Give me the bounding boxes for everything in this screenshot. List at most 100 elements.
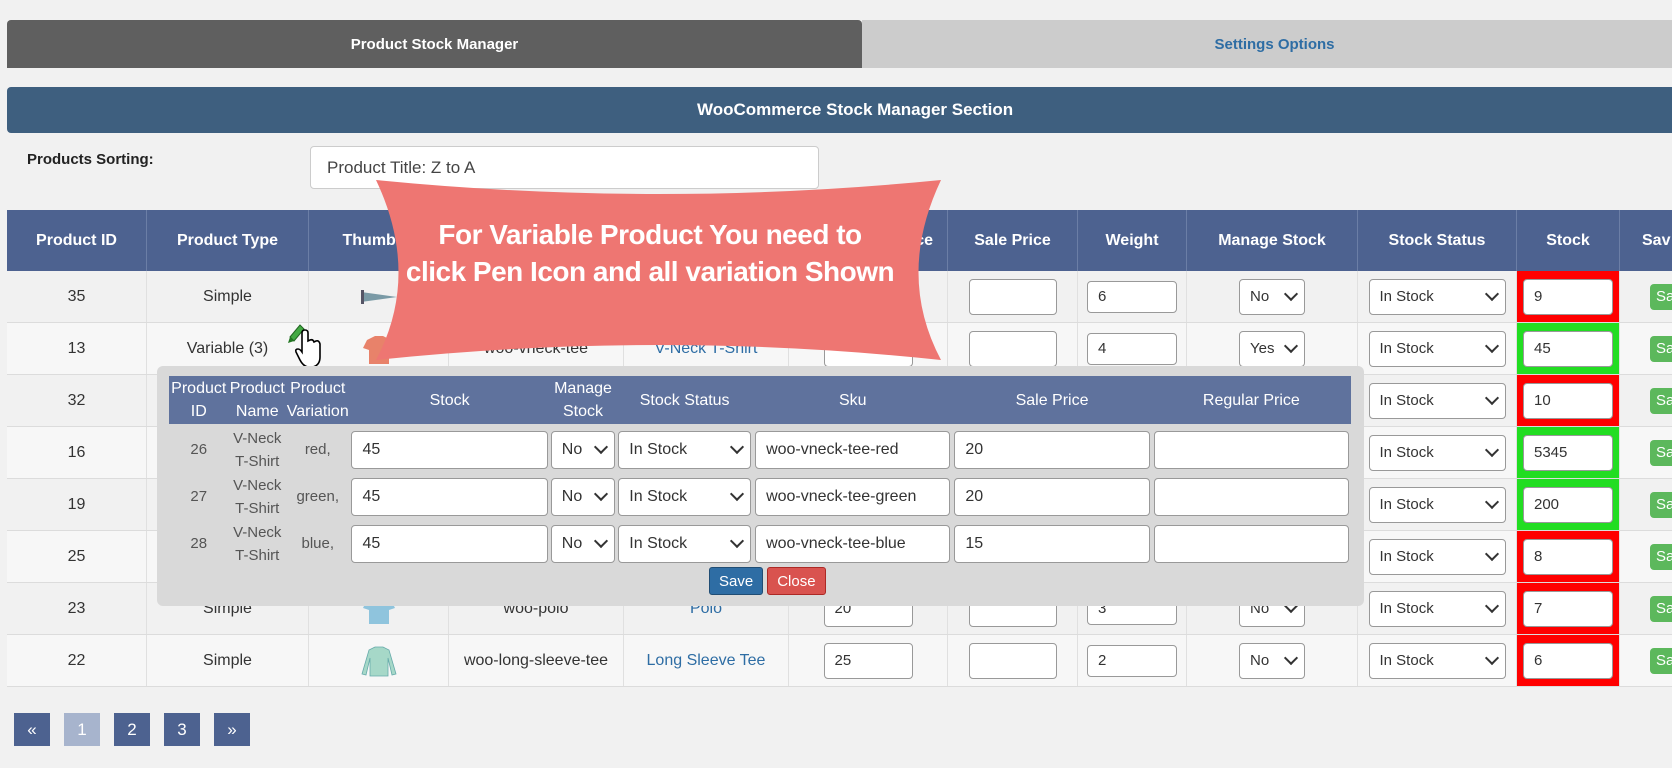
save-button[interactable]: Sav: [1650, 335, 1672, 362]
stock-status-select[interactable]: In Stock: [1368, 486, 1506, 523]
manage-stock-value: No: [1250, 288, 1270, 305]
variation-sale-price-input[interactable]: 15: [954, 524, 1150, 563]
col-header-weight: Weight: [1078, 210, 1187, 271]
variation-manage-cell: No: [550, 520, 616, 567]
chevron-down-icon: [1283, 286, 1299, 302]
col-header-product-type[interactable]: Product Type: [147, 210, 309, 271]
popup-table-body: 26 V-Neck T-Shirt red, 45 No In Stock woo-vnec…: [169, 426, 1351, 567]
tab-settings-options[interactable]: Settings Options: [862, 20, 1672, 68]
stock-status-select[interactable]: In Stock: [1368, 538, 1506, 575]
pagination-prev[interactable]: «: [14, 713, 50, 746]
stock-input[interactable]: 7: [1523, 590, 1613, 627]
variation-regular-price-input[interactable]: [1153, 430, 1350, 469]
variation-id: 26: [190, 441, 208, 458]
variation-sale-price-input[interactable]: 20: [954, 430, 1150, 469]
col-header-stock: Stock: [1517, 210, 1620, 271]
popup-close-button[interactable]: Close: [767, 567, 826, 595]
variation-id: 28: [190, 535, 208, 552]
save-button[interactable]: Sav: [1650, 543, 1672, 570]
variation-sku-cell: woo-vneck-tee-blue: [753, 520, 952, 567]
stock-input[interactable]: 200: [1523, 486, 1613, 523]
pagination-page-3[interactable]: 3: [164, 713, 200, 746]
manage-stock-select[interactable]: No: [1239, 278, 1305, 315]
manage-stock-select[interactable]: Yes: [1239, 330, 1305, 367]
variation-regular-price-input[interactable]: [1153, 524, 1350, 563]
section-title: WooCommerce Stock Manager Section: [7, 87, 1672, 133]
pagination-page-1[interactable]: 1: [64, 713, 100, 746]
col-header-sale-price: Sale Price: [948, 210, 1078, 271]
variation-manage-stock-select[interactable]: No: [550, 477, 616, 516]
save-button[interactable]: Sav: [1650, 387, 1672, 414]
chevron-down-icon: [1484, 650, 1499, 666]
pagination-page-2[interactable]: 2: [114, 713, 150, 746]
col-header-product-id[interactable]: Product ID: [7, 210, 147, 271]
save-cell: Sav: [1620, 323, 1672, 374]
save-button[interactable]: Sav: [1650, 283, 1672, 310]
variation-manage-stock-select[interactable]: No: [550, 430, 616, 469]
weight-input[interactable]: 2: [1087, 644, 1177, 677]
regular-price-input[interactable]: 25: [823, 642, 913, 679]
stock-status-select[interactable]: In Stock: [1368, 434, 1506, 471]
stock-input[interactable]: 6: [1523, 642, 1613, 679]
pen-icon[interactable]: [286, 323, 324, 371]
variation-popup: Product ID Product Name Product Variatio…: [157, 366, 1364, 606]
stock-input[interactable]: 45: [1523, 330, 1613, 367]
stock-cell: 6: [1517, 635, 1620, 686]
stock-status-value: In Stock: [1379, 288, 1434, 305]
stock-status-cell: In Stock: [1358, 479, 1517, 530]
stock-input[interactable]: 5345: [1523, 434, 1613, 471]
regular-price-cell: 25: [789, 635, 948, 686]
save-button[interactable]: Sav: [1650, 439, 1672, 466]
stock-status-value: In Stock: [1379, 548, 1434, 565]
save-button[interactable]: Sav: [1650, 595, 1672, 622]
variation-manage-stock-select[interactable]: No: [550, 524, 616, 563]
product-thumbnail: [360, 646, 397, 676]
save-cell: Sav: [1620, 427, 1672, 478]
variation-regular-price-input[interactable]: [1153, 477, 1350, 516]
save-cell: Sav: [1620, 479, 1672, 530]
sale-price-input[interactable]: [968, 642, 1057, 679]
stock-status-cell: In Stock: [1358, 583, 1517, 634]
stock-status-select[interactable]: In Stock: [1368, 382, 1506, 419]
stock-input[interactable]: 8: [1523, 538, 1613, 575]
popup-col-stock: Stock: [429, 391, 470, 409]
variation-sku-input[interactable]: woo-vneck-tee-green: [755, 477, 951, 516]
variation-stock-input[interactable]: 45: [351, 477, 548, 516]
chevron-down-icon: [1484, 494, 1499, 510]
save-button[interactable]: Sav: [1650, 647, 1672, 674]
product-type: Simple: [147, 635, 309, 686]
variation-sale-cell: 20: [952, 426, 1151, 473]
variation-stock-status-select[interactable]: In Stock: [618, 524, 752, 563]
variation-stock-status-select[interactable]: In Stock: [618, 430, 752, 469]
pagination-next[interactable]: »: [214, 713, 250, 746]
variation-manage-cell: No: [550, 473, 616, 520]
variation-sale-price-input[interactable]: 20: [954, 477, 1150, 516]
sale-price-input[interactable]: [968, 278, 1057, 315]
variation-stock-status-select[interactable]: In Stock: [618, 477, 752, 516]
popup-col-product-id: Product ID: [171, 380, 227, 420]
stock-cell: 200: [1517, 479, 1620, 530]
product-name-link[interactable]: Long Sleeve Tee: [624, 635, 789, 686]
manage-stock-select[interactable]: No: [1239, 642, 1305, 679]
variation-sku-input[interactable]: woo-vneck-tee-blue: [755, 524, 951, 563]
stock-cell: 7: [1517, 583, 1620, 634]
popup-save-button[interactable]: Save: [709, 567, 764, 595]
stock-status-select[interactable]: In Stock: [1368, 590, 1506, 627]
variation-sku-input[interactable]: woo-vneck-tee-red: [755, 430, 951, 469]
save-button[interactable]: Sav: [1650, 491, 1672, 518]
weight-input[interactable]: 4: [1087, 332, 1177, 365]
weight-input[interactable]: 6: [1087, 280, 1177, 313]
sale-price-input[interactable]: [968, 330, 1057, 367]
product-id: 25: [7, 531, 147, 582]
variation-stock-input[interactable]: 45: [351, 430, 548, 469]
variation-status-cell: In Stock: [616, 520, 753, 567]
stock-input[interactable]: 9: [1523, 278, 1613, 315]
chevron-down-icon: [1484, 598, 1499, 614]
stock-input[interactable]: 10: [1523, 382, 1613, 419]
stock-status-select[interactable]: In Stock: [1368, 330, 1506, 367]
stock-status-select[interactable]: In Stock: [1368, 642, 1506, 679]
variation-stock-input[interactable]: 45: [351, 524, 548, 563]
variation-status-cell: In Stock: [616, 426, 753, 473]
stock-status-select[interactable]: In Stock: [1368, 278, 1506, 315]
tab-product-stock-manager[interactable]: Product Stock Manager: [7, 20, 862, 68]
